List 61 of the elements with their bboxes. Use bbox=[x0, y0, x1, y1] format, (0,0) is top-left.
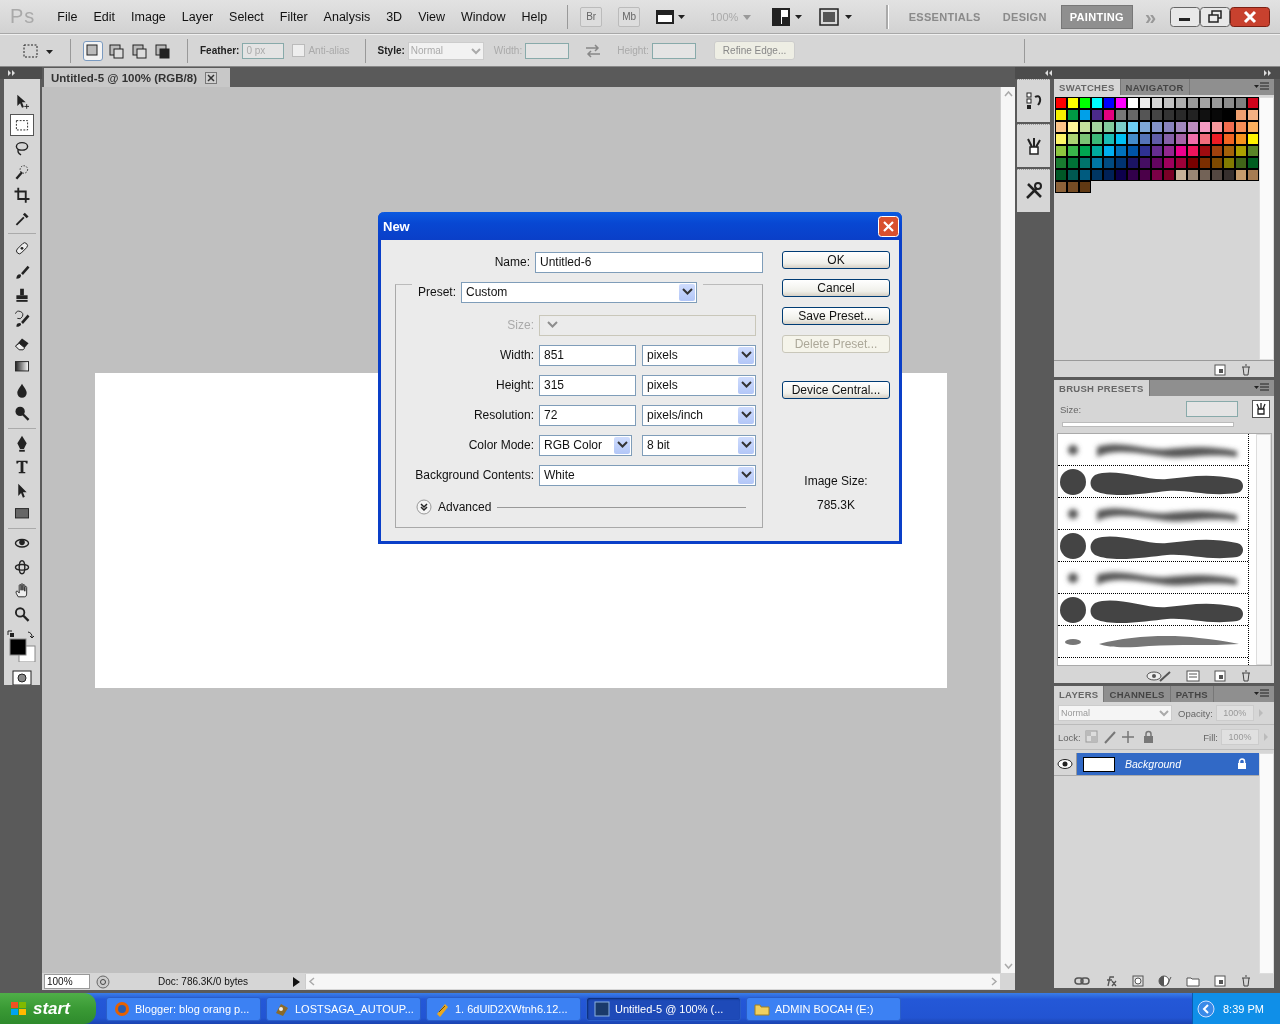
dialog-button[interactable]: Cancel bbox=[782, 279, 890, 297]
dimension-label: Height: bbox=[494, 378, 535, 392]
dialog-button[interactable]: Save Preset... bbox=[782, 307, 890, 325]
menu-item[interactable]: 3D bbox=[378, 9, 411, 24]
document-tab[interactable]: Untitled-5 @ 100% (RGB/8) bbox=[44, 68, 230, 87]
color-mode-dropdown[interactable]: RGB Color bbox=[539, 434, 632, 456]
menu-item[interactable]: Window bbox=[453, 9, 514, 24]
dimension-field[interactable]: 315 bbox=[539, 374, 636, 396]
zoom-field[interactable]: 100% bbox=[44, 974, 90, 989]
unit-dropdown[interactable]: pixels bbox=[642, 344, 756, 366]
background-contents-label: Background Contents: bbox=[414, 468, 535, 482]
dimension-label: Resolution: bbox=[472, 408, 535, 422]
menu-item[interactable]: Filter bbox=[271, 9, 316, 24]
fill-label: Fill: bbox=[1203, 731, 1218, 743]
panel-tab[interactable]: SWATCHES bbox=[1054, 79, 1121, 95]
dialog-button[interactable]: OK bbox=[782, 251, 890, 269]
taskbar-button[interactable]: 1. 6dUlD2XWtnh6.12... bbox=[426, 996, 581, 1021]
dimension-label: Width: bbox=[499, 348, 535, 362]
size-label: Size: bbox=[506, 318, 535, 332]
taskbar-button[interactable]: Untitled-5 @ 100% (... bbox=[586, 996, 741, 1021]
unit-dropdown[interactable]: pixels bbox=[642, 374, 756, 396]
document-size: Doc: 786.3K/0 bytes bbox=[158, 976, 250, 987]
image-size-label: Image Size: bbox=[804, 474, 868, 488]
unit-dropdown[interactable]: pixels/inch bbox=[642, 404, 756, 426]
style-label: Style: bbox=[377, 45, 405, 56]
image-size-value: 785.3K bbox=[816, 498, 855, 512]
menu-item[interactable]: Image bbox=[123, 9, 174, 24]
taskbar-button[interactable]: Blogger: blog orang p... bbox=[106, 996, 261, 1021]
mini-bridge-button[interactable]: Mb bbox=[618, 6, 641, 27]
layer-row[interactable]: Background bbox=[1077, 753, 1259, 775]
preset-dropdown[interactable]: Custom bbox=[461, 281, 697, 303]
bit-depth-dropdown[interactable]: 8 bit bbox=[642, 434, 756, 456]
name-label: Name: bbox=[493, 255, 531, 269]
menu-item[interactable]: File bbox=[49, 9, 86, 24]
menu-item[interactable]: Layer bbox=[173, 9, 222, 24]
feather-label: Feather: bbox=[200, 45, 240, 56]
size-label: Size: bbox=[1060, 403, 1082, 415]
lock-label: Lock: bbox=[1058, 731, 1081, 743]
panel-tab[interactable]: LAYERS bbox=[1054, 686, 1105, 702]
taskbar-button[interactable]: ADMIN BOCAH (E:) bbox=[746, 996, 901, 1021]
preset-label: Preset: bbox=[418, 285, 457, 299]
name-field[interactable]: Untitled-6 bbox=[535, 251, 763, 273]
panel-tab[interactable]: BRUSH PRESETS bbox=[1054, 380, 1150, 396]
color-mode-label: Color Mode: bbox=[467, 438, 535, 452]
opacity-label: Opacity: bbox=[1178, 707, 1213, 719]
advanced-label[interactable]: Advanced bbox=[438, 500, 492, 514]
layer-name: Background bbox=[1125, 758, 1183, 770]
dimension-field[interactable]: 851 bbox=[539, 344, 636, 366]
clock: 8:39 PM bbox=[1223, 1002, 1264, 1015]
bridge-button[interactable]: Br bbox=[580, 6, 603, 27]
menu-item[interactable]: Select bbox=[221, 9, 272, 24]
background-contents-dropdown[interactable]: White bbox=[539, 464, 756, 486]
device-central-button[interactable]: Device Central... bbox=[782, 381, 890, 399]
menu-item[interactable]: Analysis bbox=[315, 9, 379, 24]
menu-item[interactable]: View bbox=[410, 9, 453, 24]
dialog-title: New bbox=[383, 218, 411, 234]
start-button[interactable]: start bbox=[0, 993, 96, 1024]
taskbar-button[interactable]: LOSTSAGA_AUTOUP... bbox=[266, 996, 421, 1021]
dimension-field[interactable]: 72 bbox=[539, 404, 636, 426]
menu-item[interactable]: Help bbox=[513, 9, 556, 24]
menu-item[interactable]: Edit bbox=[85, 9, 124, 24]
